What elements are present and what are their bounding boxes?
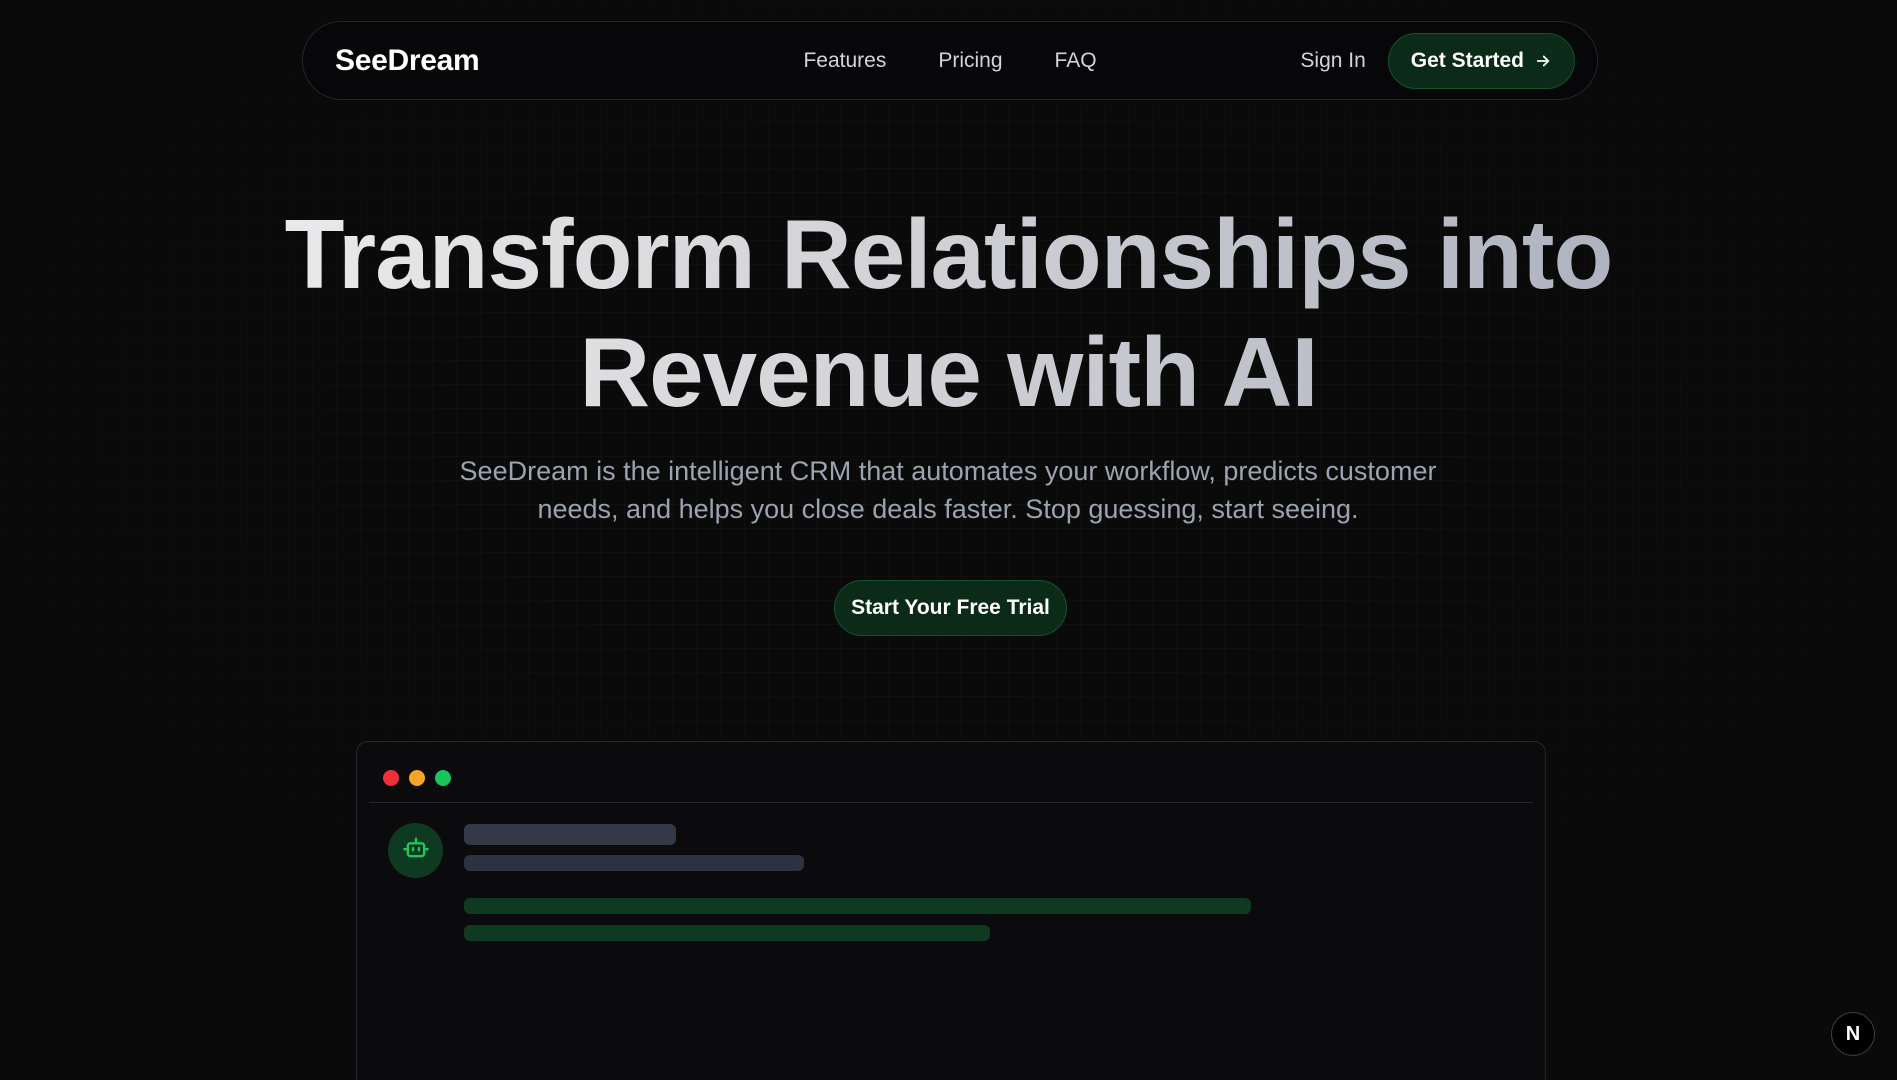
assistant-avatar: [388, 823, 443, 878]
nav-links: Features Pricing FAQ: [803, 49, 1096, 73]
window-close-dot: [383, 770, 399, 786]
skeleton-content-bar-1: [464, 898, 1251, 914]
nextjs-badge[interactable]: N: [1831, 1012, 1875, 1056]
hero-subtitle: SeeDream is the intelligent CRM that aut…: [448, 452, 1448, 528]
window-controls: [383, 770, 451, 786]
hero-subtitle-line-1: SeeDream is the intelligent CRM that aut…: [459, 456, 1437, 486]
get-started-button[interactable]: Get Started: [1387, 32, 1575, 89]
hero-title: Transform Relationships into Revenue wit…: [0, 195, 1897, 431]
hero-title-line-1: Transform Relationships into: [284, 199, 1613, 309]
nav-link-faq[interactable]: FAQ: [1055, 49, 1097, 73]
brand-logo[interactable]: SeeDream: [335, 44, 480, 78]
hero-title-line-2: Revenue with AI: [579, 317, 1318, 427]
top-navbar: SeeDream Features Pricing FAQ Sign In Ge…: [302, 21, 1598, 100]
robot-icon: [402, 834, 430, 867]
window-minimize-dot: [409, 770, 425, 786]
window-maximize-dot: [435, 770, 451, 786]
nav-link-pricing[interactable]: Pricing: [938, 49, 1002, 73]
arrow-right-icon: [1534, 52, 1552, 70]
nav-actions: Sign In Get Started: [1300, 32, 1575, 89]
get-started-label: Get Started: [1410, 48, 1524, 72]
skeleton-subtitle-bar: [464, 855, 804, 871]
skeleton-content-bar-2: [464, 925, 990, 941]
app-preview-window: [356, 741, 1546, 1080]
hero-subtitle-line-2: needs, and helps you close deals faster.…: [537, 494, 1359, 524]
nav-link-features[interactable]: Features: [803, 49, 886, 73]
window-divider: [369, 802, 1533, 803]
skeleton-title-bar: [464, 824, 676, 845]
start-free-trial-button[interactable]: Start Your Free Trial: [834, 580, 1067, 636]
sign-in-link[interactable]: Sign In: [1300, 49, 1365, 73]
